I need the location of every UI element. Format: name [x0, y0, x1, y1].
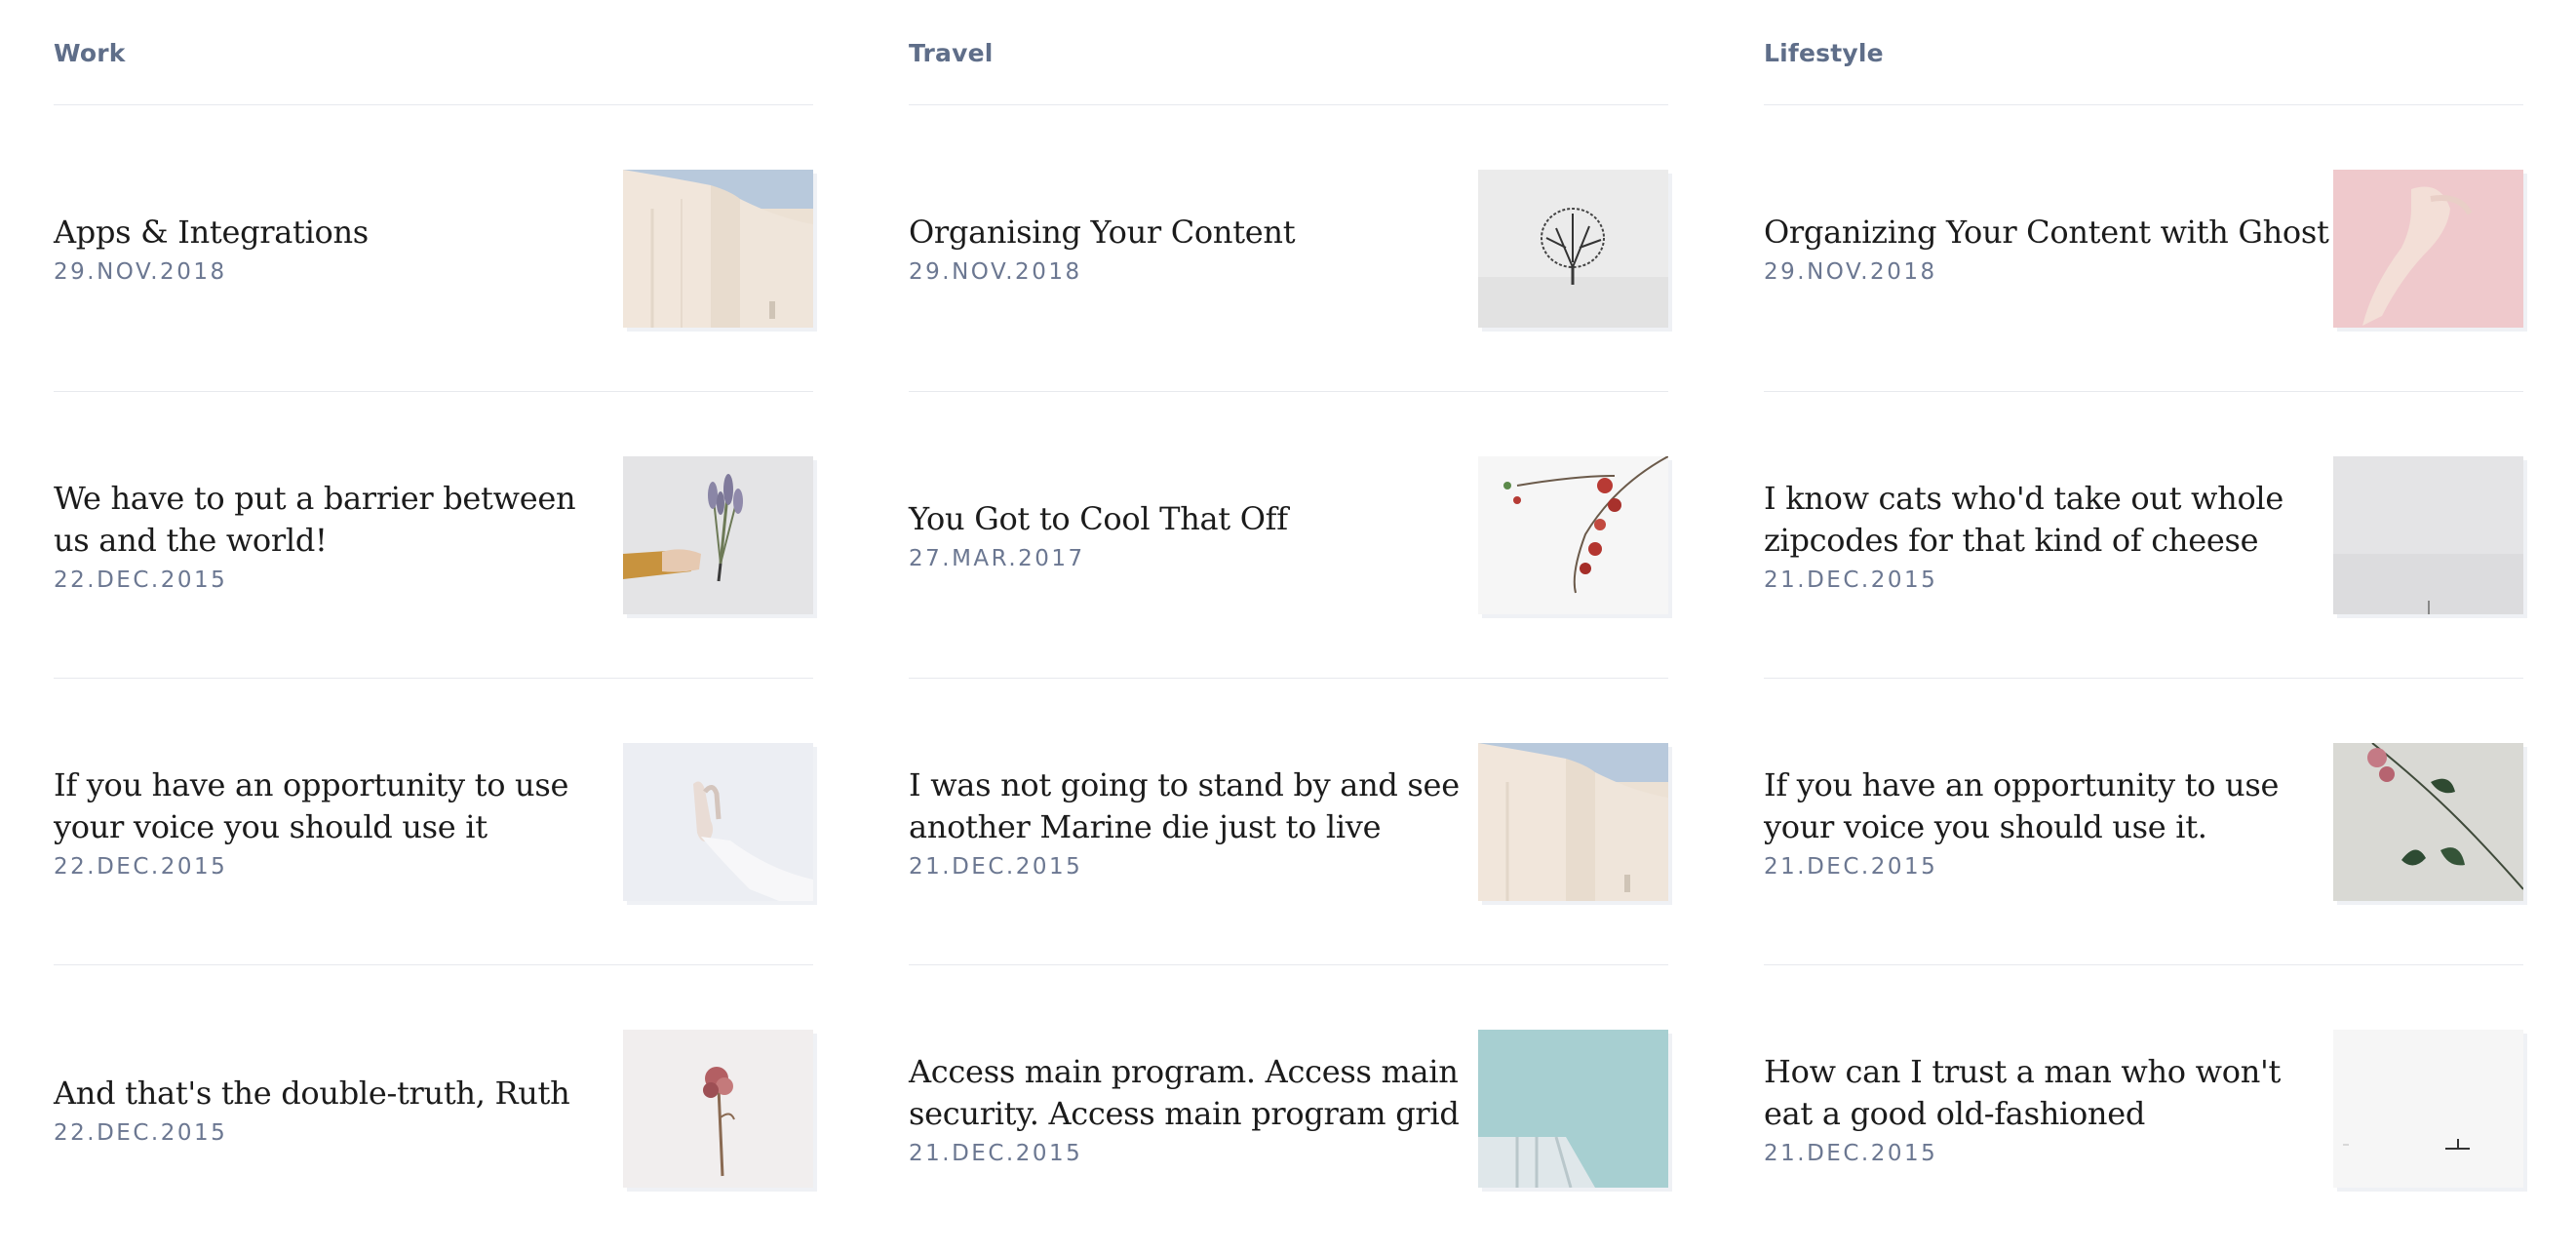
lone-tree-snow-image	[1478, 169, 1668, 328]
post-item[interactable]: If you have an opportunity to use your v…	[54, 679, 813, 965]
post-thumbnail[interactable]	[623, 169, 813, 328]
post-text: I know cats who'd take out whole zipcode…	[1764, 478, 2329, 593]
post-text: I was not going to stand by and see anot…	[909, 764, 1474, 880]
post-title[interactable]: I was not going to stand by and see anot…	[909, 764, 1474, 848]
category-column-lifestyle: Lifestyle Organizing Your Content with G…	[1764, 0, 2523, 1246]
post-text: And that's the double-truth, Ruth 22.DEC…	[54, 1073, 619, 1146]
column-title[interactable]: Lifestyle	[1764, 0, 2523, 105]
post-date: 29.NOV.2018	[54, 259, 227, 285]
pink-flower-stem-image	[2333, 742, 2523, 901]
post-date: 27.MAR.2017	[909, 546, 1085, 571]
post-thumbnail[interactable]	[1478, 169, 1668, 328]
post-title[interactable]: If you have an opportunity to use your v…	[54, 764, 619, 848]
post-date: 22.DEC.2015	[54, 1119, 228, 1146]
post-date: 22.DEC.2015	[54, 853, 228, 880]
post-item[interactable]: I know cats who'd take out whole zipcode…	[1764, 392, 2523, 679]
post-text: Apps & Integrations 29.NOV.2018	[54, 212, 619, 285]
post-item[interactable]: If you have an opportunity to use your v…	[1764, 679, 2523, 965]
post-title[interactable]: If you have an opportunity to use your v…	[1764, 764, 2329, 848]
post-thumbnail[interactable]	[1478, 742, 1668, 901]
post-title[interactable]: We have to put a barrier between us and …	[54, 478, 619, 562]
red-blossom-branch-image	[1478, 455, 1668, 614]
minimal-boat-image	[2333, 1030, 2523, 1188]
post-text: Organizing Your Content with Ghost 29.NO…	[1764, 212, 2329, 285]
post-item[interactable]: How can I trust a man who won't eat a go…	[1764, 965, 2523, 1252]
category-column-work: Work Apps & Integrations 29.NOV.2018 We …	[54, 0, 813, 1246]
hand-gesture-image	[623, 742, 813, 901]
post-title[interactable]: Access main program. Access main securit…	[909, 1051, 1474, 1135]
post-item[interactable]: And that's the double-truth, Ruth 22.DEC…	[54, 965, 813, 1252]
post-text: How can I trust a man who won't eat a go…	[1764, 1051, 2329, 1166]
white-curtain-sky-image	[623, 169, 813, 328]
post-item[interactable]: I was not going to stand by and see anot…	[909, 679, 1668, 965]
post-item[interactable]: You Got to Cool That Off 27.MAR.2017	[909, 392, 1668, 679]
foggy-horizon-image	[2333, 455, 2523, 614]
post-date: 21.DEC.2015	[909, 1141, 1083, 1166]
post-date: 21.DEC.2015	[1764, 567, 1938, 593]
white-building-sky-image	[1478, 1030, 1668, 1188]
post-text: If you have an opportunity to use your v…	[54, 764, 619, 880]
category-column-travel: Travel Organising Your Content 29.NOV.20…	[909, 0, 1668, 1246]
post-item[interactable]: Apps & Integrations 29.NOV.2018	[54, 105, 813, 392]
post-thumbnail[interactable]	[1478, 455, 1668, 614]
post-title[interactable]: And that's the double-truth, Ruth	[54, 1073, 619, 1115]
post-thumbnail[interactable]	[623, 742, 813, 901]
post-date: 21.DEC.2015	[1764, 853, 1938, 880]
post-thumbnail[interactable]	[2333, 169, 2523, 328]
category-grid: Work Apps & Integrations 29.NOV.2018 We …	[54, 0, 2523, 1246]
post-thumbnail[interactable]	[623, 455, 813, 614]
post-thumbnail[interactable]	[1478, 1030, 1668, 1188]
post-thumbnail[interactable]	[2333, 742, 2523, 901]
post-item[interactable]: Access main program. Access main securit…	[909, 965, 1668, 1252]
post-item[interactable]: Organising Your Content 29.NOV.2018	[909, 105, 1668, 392]
post-date: 22.DEC.2015	[54, 567, 228, 593]
hand-on-pink-image	[2333, 169, 2523, 328]
post-item[interactable]: Organizing Your Content with Ghost 29.NO…	[1764, 105, 2523, 392]
post-text: You Got to Cool That Off 27.MAR.2017	[909, 498, 1474, 571]
post-title[interactable]: How can I trust a man who won't eat a go…	[1764, 1051, 2329, 1135]
column-title[interactable]: Travel	[909, 0, 1668, 105]
post-thumbnail[interactable]	[2333, 1030, 2523, 1188]
post-title[interactable]: I know cats who'd take out whole zipcode…	[1764, 478, 2329, 562]
dried-rose-image	[623, 1030, 813, 1188]
post-date: 29.NOV.2018	[1764, 259, 1937, 285]
post-thumbnail[interactable]	[2333, 455, 2523, 614]
post-text: If you have an opportunity to use your v…	[1764, 764, 2329, 880]
post-item[interactable]: We have to put a barrier between us and …	[54, 392, 813, 679]
column-title[interactable]: Work	[54, 0, 813, 105]
post-title[interactable]: Organizing Your Content with Ghost	[1764, 212, 2329, 254]
post-text: Organising Your Content 29.NOV.2018	[909, 212, 1474, 285]
post-date: 21.DEC.2015	[909, 853, 1083, 880]
post-thumbnail[interactable]	[623, 1030, 813, 1188]
post-text: We have to put a barrier between us and …	[54, 478, 619, 593]
post-title[interactable]: You Got to Cool That Off	[909, 498, 1474, 540]
post-date: 29.NOV.2018	[909, 259, 1082, 285]
hand-holding-lavender-image	[623, 455, 813, 614]
post-title[interactable]: Organising Your Content	[909, 212, 1474, 254]
white-curtain-sky-image	[1478, 742, 1668, 901]
post-text: Access main program. Access main securit…	[909, 1051, 1474, 1166]
post-title[interactable]: Apps & Integrations	[54, 212, 619, 254]
post-date: 21.DEC.2015	[1764, 1141, 1938, 1166]
